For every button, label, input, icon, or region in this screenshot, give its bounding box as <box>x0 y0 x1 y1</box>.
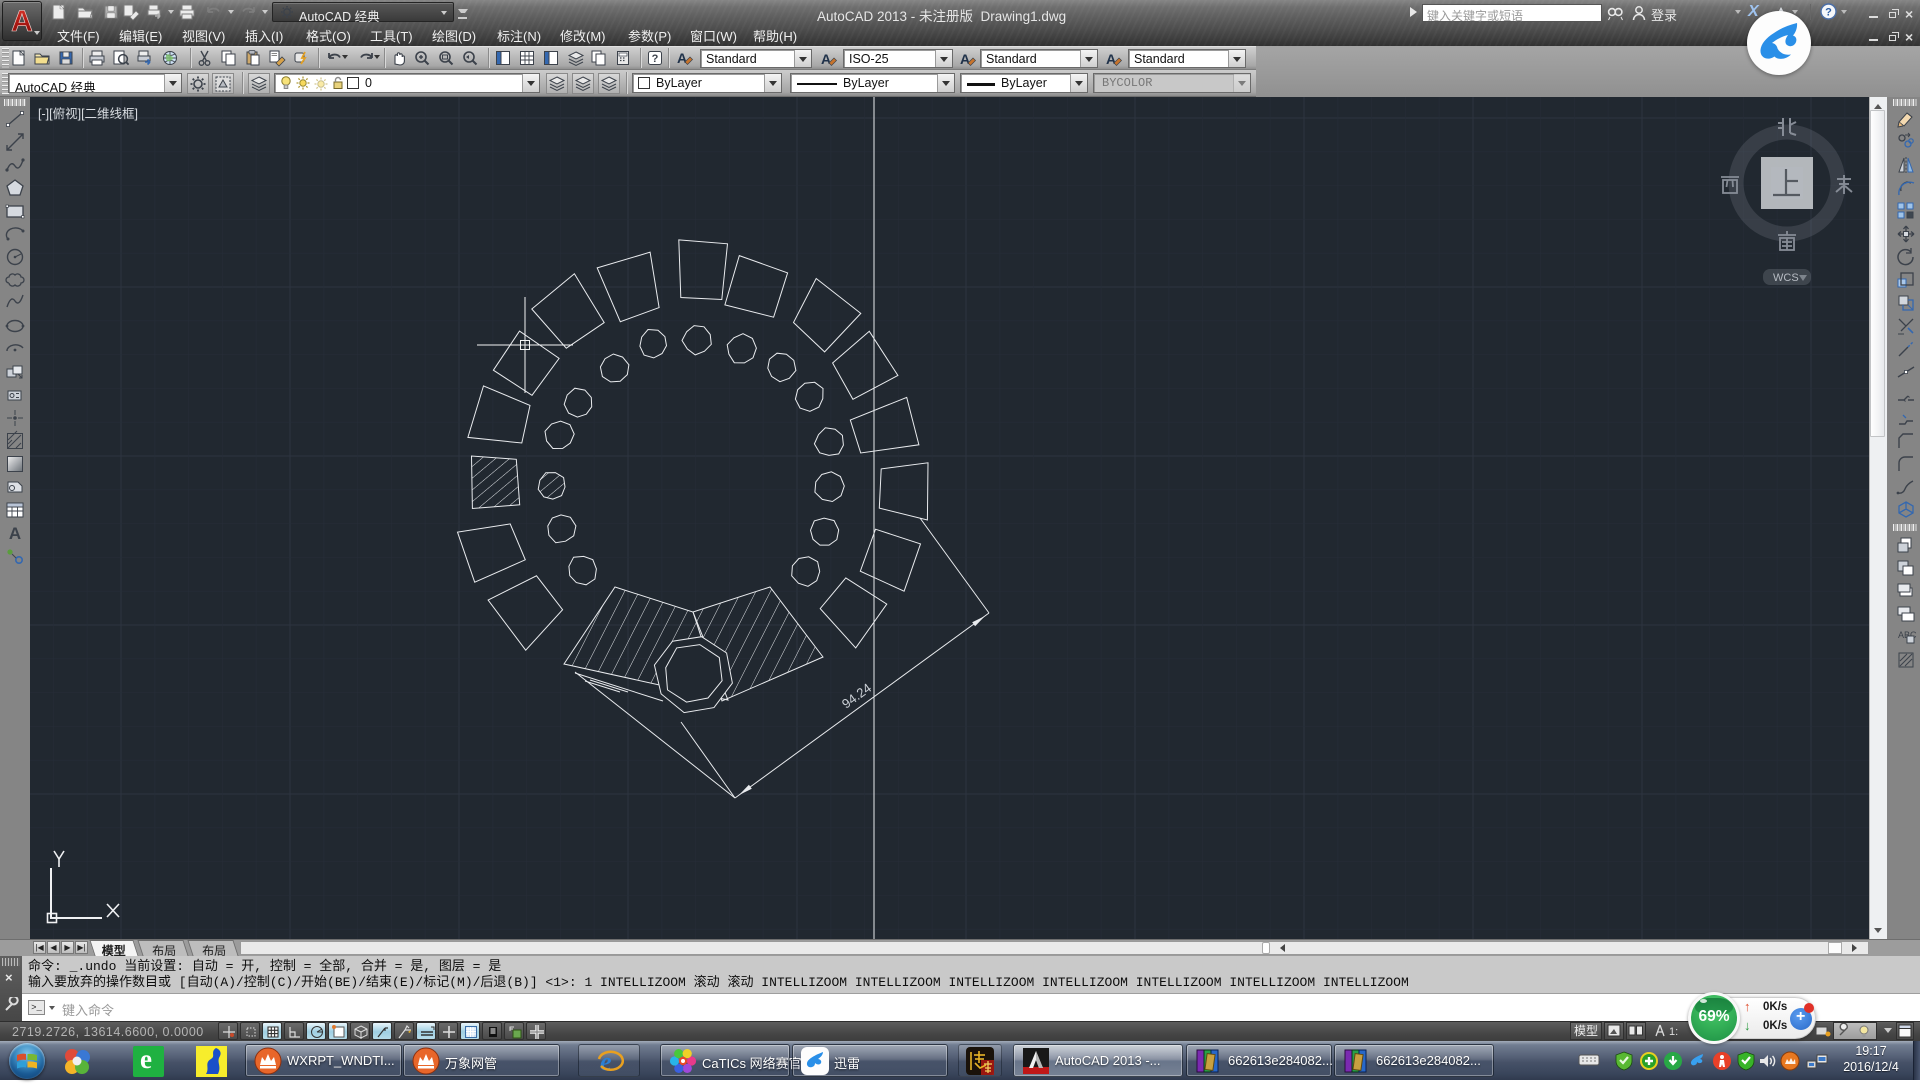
svg-text:A: A <box>821 51 831 67</box>
svg-text:?: ? <box>1825 7 1832 19</box>
svg-text:A: A <box>1106 51 1116 67</box>
svg-text:A: A <box>11 5 33 38</box>
svg-text:A: A <box>9 524 21 543</box>
svg-text:A: A <box>677 50 687 66</box>
svg-text:A: A <box>960 51 970 67</box>
svg-text:94.24: 94.24 <box>839 680 874 711</box>
svg-text:[-][俯视][二维线框]: [-][俯视][二维线框] <box>38 106 138 121</box>
svg-text:?: ? <box>652 53 659 65</box>
svg-text:1:: 1: <box>1669 1026 1678 1038</box>
svg-text:WCS: WCS <box>1773 272 1799 284</box>
